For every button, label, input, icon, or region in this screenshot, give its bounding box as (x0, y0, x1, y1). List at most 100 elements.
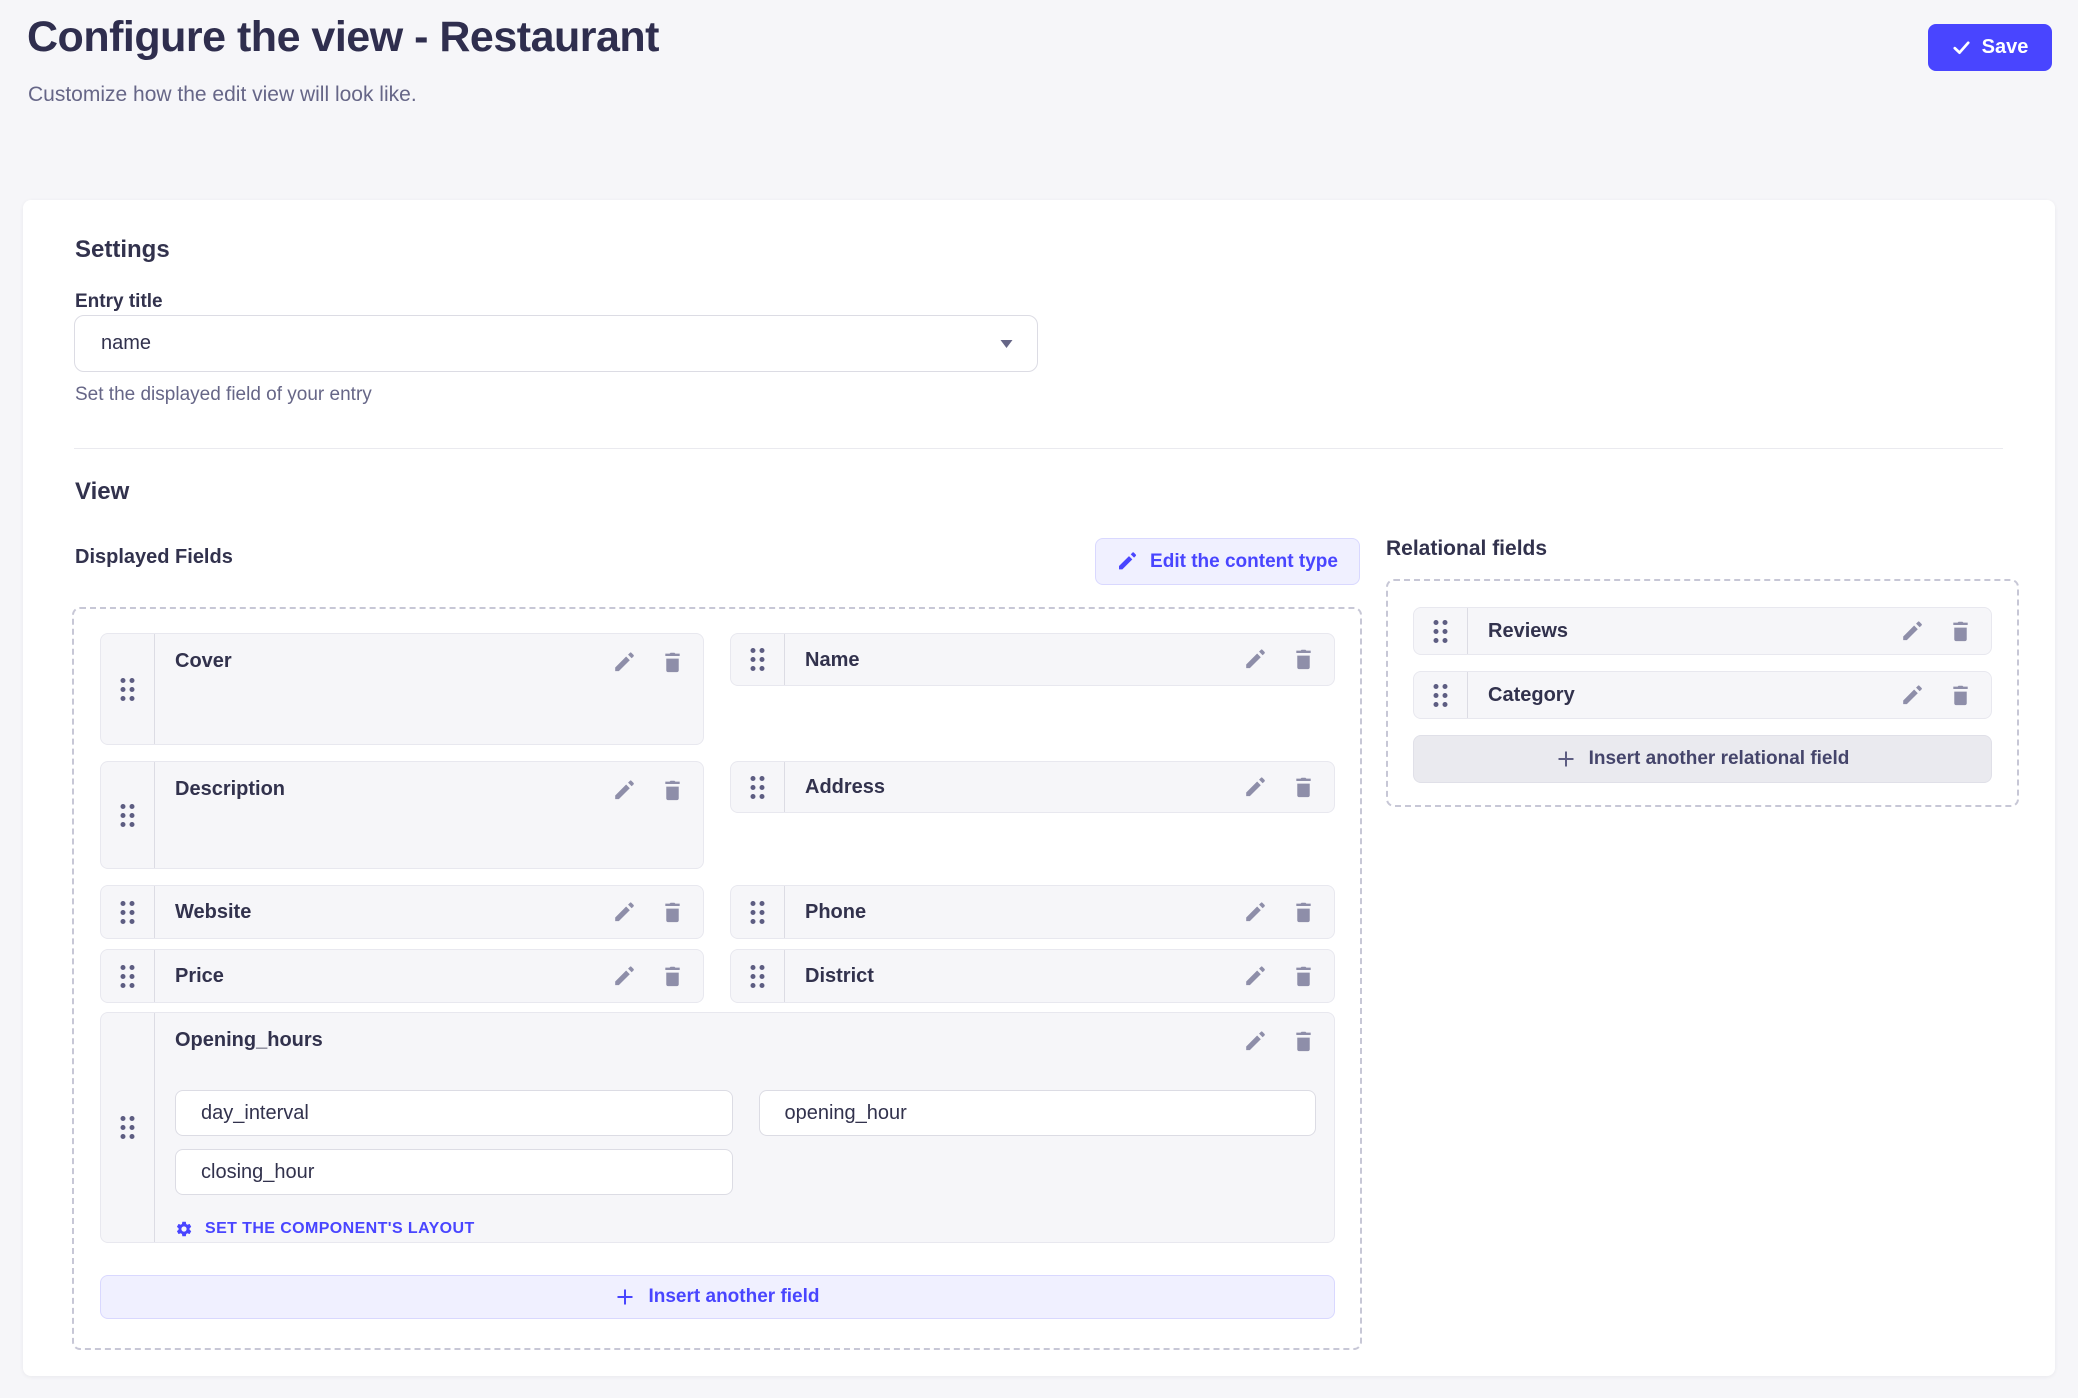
drag-handle[interactable] (101, 1013, 155, 1242)
field-row-price[interactable]: Price (100, 949, 704, 1003)
trash-icon (661, 965, 684, 988)
delete-field-button[interactable] (1947, 618, 1973, 644)
drag-handle[interactable] (1414, 608, 1468, 654)
delete-field-button[interactable] (1290, 647, 1316, 673)
field-row-address[interactable]: Address (730, 761, 1335, 813)
field-row-website[interactable]: Website (100, 885, 704, 939)
pencil-icon (1244, 965, 1267, 988)
field-label: Name (805, 648, 1220, 672)
field-label: Description (175, 777, 589, 801)
configure-view-page: Configure the view - Restaurant Customiz… (0, 0, 2078, 1398)
configuration-card: Settings Entry title name Set the displa… (23, 200, 2055, 1376)
pencil-icon (1244, 648, 1267, 671)
edit-field-button[interactable] (1242, 899, 1268, 925)
edit-field-button[interactable] (611, 899, 637, 925)
field-row-description[interactable]: Description (100, 761, 704, 869)
trash-icon (661, 901, 684, 924)
drag-dots-icon (749, 646, 766, 673)
trash-icon (1292, 965, 1315, 988)
relational-row-reviews[interactable]: Reviews (1413, 607, 1992, 655)
drag-dots-icon (749, 774, 766, 801)
edit-content-type-button[interactable]: Edit the content type (1095, 538, 1360, 585)
set-component-layout-link[interactable]: SET THE COMPONENT'S LAYOUT (175, 1220, 475, 1238)
pencil-icon (1901, 620, 1924, 643)
drag-handle[interactable] (101, 886, 155, 938)
drag-dots-icon (1432, 682, 1449, 709)
drag-dots-icon (119, 676, 136, 703)
delete-field-button[interactable] (659, 963, 685, 989)
insert-another-relational-field-button[interactable]: Insert another relational field (1413, 735, 1992, 783)
component-subfield-day-interval[interactable]: day_interval (175, 1090, 733, 1136)
trash-icon (1949, 684, 1972, 707)
drag-handle[interactable] (731, 886, 785, 938)
field-row-cover[interactable]: Cover (100, 633, 704, 745)
drag-handle[interactable] (1414, 672, 1468, 718)
delete-field-button[interactable] (1290, 899, 1316, 925)
drag-handle[interactable] (731, 950, 785, 1002)
field-row-phone[interactable]: Phone (730, 885, 1335, 939)
trash-icon (1292, 901, 1315, 924)
drag-handle[interactable] (101, 762, 155, 868)
drag-handle[interactable] (101, 634, 155, 744)
page-subtitle: Customize how the edit view will look li… (28, 83, 417, 107)
edit-field-button[interactable] (611, 649, 637, 675)
delete-field-button[interactable] (659, 649, 685, 675)
gear-icon (175, 1220, 193, 1238)
delete-field-button[interactable] (1290, 1028, 1316, 1054)
edit-field-button[interactable] (1899, 682, 1925, 708)
pencil-icon (613, 779, 636, 802)
field-label: Opening_hours (175, 1028, 1220, 1052)
settings-heading: Settings (75, 236, 170, 264)
trash-icon (661, 779, 684, 802)
delete-field-button[interactable] (1290, 774, 1316, 800)
edit-field-button[interactable] (611, 963, 637, 989)
field-row-opening-hours[interactable]: Opening_hours day_interval opening_hour … (100, 1012, 1335, 1243)
edit-field-button[interactable] (1899, 618, 1925, 644)
relational-row-category[interactable]: Category (1413, 671, 1992, 719)
drag-handle[interactable] (731, 634, 785, 685)
drag-handle[interactable] (731, 762, 785, 812)
drag-handle[interactable] (101, 950, 155, 1002)
field-row-district[interactable]: District (730, 949, 1335, 1003)
pencil-icon (613, 901, 636, 924)
pencil-icon (613, 651, 636, 674)
field-label: District (805, 964, 1220, 988)
plus-icon (615, 1287, 635, 1307)
insert-another-relational-field-label: Insert another relational field (1589, 748, 1850, 770)
edit-field-button[interactable] (1242, 774, 1268, 800)
edit-field-button[interactable] (611, 777, 637, 803)
save-button-label: Save (1982, 36, 2029, 59)
entry-title-select[interactable]: name (74, 315, 1038, 372)
insert-another-field-button[interactable]: Insert another field (100, 1275, 1335, 1319)
save-button[interactable]: Save (1928, 24, 2052, 71)
edit-field-button[interactable] (1242, 1028, 1268, 1054)
drag-dots-icon (749, 963, 766, 990)
trash-icon (1292, 648, 1315, 671)
component-subfield-closing-hour[interactable]: closing_hour (175, 1149, 733, 1195)
pencil-icon (1117, 551, 1138, 572)
field-label: Price (175, 964, 589, 988)
entry-title-label: Entry title (75, 291, 163, 313)
drag-dots-icon (119, 802, 136, 829)
pencil-icon (613, 965, 636, 988)
drag-dots-icon (749, 899, 766, 926)
drag-dots-icon (119, 963, 136, 990)
chevron-down-icon (1000, 339, 1013, 348)
field-label: Address (805, 775, 1220, 799)
pencil-icon (1244, 901, 1267, 924)
component-subfield-opening-hour[interactable]: opening_hour (759, 1090, 1317, 1136)
pencil-icon (1901, 684, 1924, 707)
delete-field-button[interactable] (659, 899, 685, 925)
drag-dots-icon (119, 899, 136, 926)
edit-field-button[interactable] (1242, 963, 1268, 989)
section-divider (74, 448, 2003, 449)
delete-field-button[interactable] (1290, 963, 1316, 989)
edit-field-button[interactable] (1242, 647, 1268, 673)
field-row-name[interactable]: Name (730, 633, 1335, 686)
delete-field-button[interactable] (659, 777, 685, 803)
delete-field-button[interactable] (1947, 682, 1973, 708)
displayed-fields-label: Displayed Fields (75, 546, 233, 569)
insert-another-field-label: Insert another field (648, 1286, 819, 1308)
page-title: Configure the view - Restaurant (27, 13, 659, 62)
entry-title-help: Set the displayed field of your entry (75, 384, 372, 406)
